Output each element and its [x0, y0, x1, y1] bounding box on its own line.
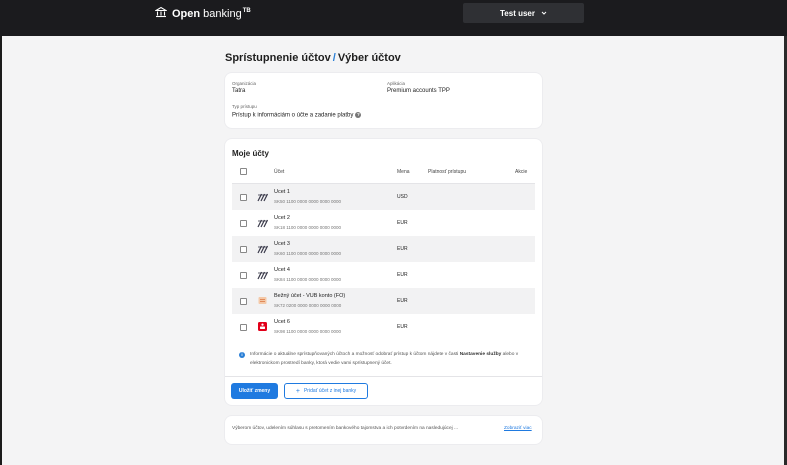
brand-name: Open bankingTB — [172, 8, 251, 20]
consent-card: Výberom účtov, udelením súhlasu s pretom… — [225, 416, 542, 444]
accounts-card: Moje účty Účet Mena Platnosť prístupu Ak… — [225, 139, 542, 405]
account-currency: EUR — [397, 246, 408, 252]
account-checkbox[interactable] — [240, 246, 247, 253]
account-checkbox[interactable] — [240, 220, 247, 227]
account-iban: SK98 1100 0000 0000 0000 0000 — [274, 329, 341, 334]
account-name: Ucet 3 — [274, 241, 290, 247]
account-row: Ucet 3 SK60 1100 0000 0000 0000 0000 EUR — [232, 236, 535, 262]
info-message: Informácie o aktuálne sprístupňovaných ú… — [250, 352, 519, 366]
chevron-down-icon — [541, 9, 547, 18]
user-menu-button[interactable]: Test user — [463, 3, 584, 23]
account-row: Ucet 1 SK50 1100 0000 0000 0000 0000 USD — [232, 184, 535, 210]
account-name: Ucet 1 — [274, 189, 290, 195]
account-checkbox[interactable] — [240, 272, 247, 279]
access-type-value: Prístup k informáciám o účte a zadanie p… — [232, 112, 362, 119]
slsp-bank-logo-icon — [257, 321, 268, 332]
accounts-section-title: Moje účty — [232, 149, 269, 158]
account-iban: SK72 0200 0000 0000 0000 0000 — [274, 303, 342, 308]
application-label: Aplikácia — [387, 81, 406, 86]
consent-details-card: Organizácia Tatra Aplikácia Premium acco… — [225, 73, 542, 128]
account-name: Bežný účet - VUB konto (FO) — [274, 293, 346, 299]
top-bar: Open bankingTB Test user — [0, 0, 787, 36]
info-icon: i — [239, 352, 245, 358]
service-settings-link[interactable]: Nastavenie služby — [460, 352, 502, 357]
plus-icon: + — [295, 387, 300, 395]
column-header-validity: Platnosť prístupu — [428, 169, 467, 175]
show-more-link[interactable]: Zobraziť viac — [504, 426, 532, 431]
add-account-button[interactable]: + Pridať účet z inej banky — [284, 383, 368, 399]
help-icon[interactable]: ? — [355, 112, 362, 118]
access-type-label: Typ prístupu — [232, 104, 257, 109]
account-name: Ucet 4 — [274, 267, 290, 273]
account-row: Ucet 4 SK84 1100 0000 0000 0000 0000 EUR — [232, 262, 535, 288]
account-currency: USD — [397, 194, 408, 200]
column-header-currency: Mena — [397, 169, 410, 175]
account-row: Ucet 6 SK98 1100 0000 0000 0000 0000 EUR — [232, 314, 535, 340]
account-row: Bežný účet - VUB konto (FO) SK72 0200 00… — [232, 288, 535, 314]
account-name: Ucet 6 — [274, 319, 290, 325]
tatra-bank-logo-icon — [257, 191, 268, 202]
bank-building-icon — [154, 5, 168, 23]
account-checkbox[interactable] — [240, 194, 247, 201]
select-all-checkbox[interactable] — [240, 168, 247, 175]
account-currency: EUR — [397, 272, 408, 278]
organization-label: Organizácia — [232, 81, 257, 86]
account-row: Ucet 2 SK18 1100 0000 0000 0000 0000 EUR — [232, 210, 535, 236]
vub-bank-logo-icon — [257, 295, 268, 306]
add-account-label: Pridať účet z inej banky — [303, 388, 357, 394]
account-iban: SK60 1100 0000 0000 0000 0000 — [274, 251, 341, 256]
account-iban: SK84 1100 0000 0000 0000 0000 — [274, 277, 341, 282]
tatra-bank-logo-icon — [257, 269, 268, 280]
user-name: Test user — [500, 8, 535, 18]
account-name: Ucet 2 — [274, 215, 290, 221]
account-iban: SK50 1100 0000 0000 0000 0000 — [274, 199, 341, 204]
save-changes-button[interactable]: Uložiť zmeny — [231, 383, 278, 399]
tatra-bank-logo-icon — [257, 217, 268, 228]
consent-text: Výberom účtov, udelením súhlasu s pretom… — [232, 426, 459, 431]
account-checkbox[interactable] — [240, 298, 247, 305]
actions-divider — [225, 376, 542, 377]
application-value: Premium accounts TPP — [387, 88, 450, 94]
account-currency: EUR — [397, 324, 408, 330]
account-checkbox[interactable] — [240, 324, 247, 331]
page-title: Sprístupnenie účtov / Výber účtov — [225, 52, 401, 64]
organization-value: Tatra — [232, 88, 246, 94]
column-header-actions: Akcie — [515, 169, 528, 175]
column-header-account: Účet — [274, 169, 285, 175]
account-currency: EUR — [397, 220, 408, 226]
tatra-bank-logo-icon — [257, 243, 268, 254]
account-iban: SK18 1100 0000 0000 0000 0000 — [274, 225, 341, 230]
brand-logo[interactable]: Open bankingTB — [154, 5, 251, 23]
account-currency: EUR — [397, 298, 408, 304]
